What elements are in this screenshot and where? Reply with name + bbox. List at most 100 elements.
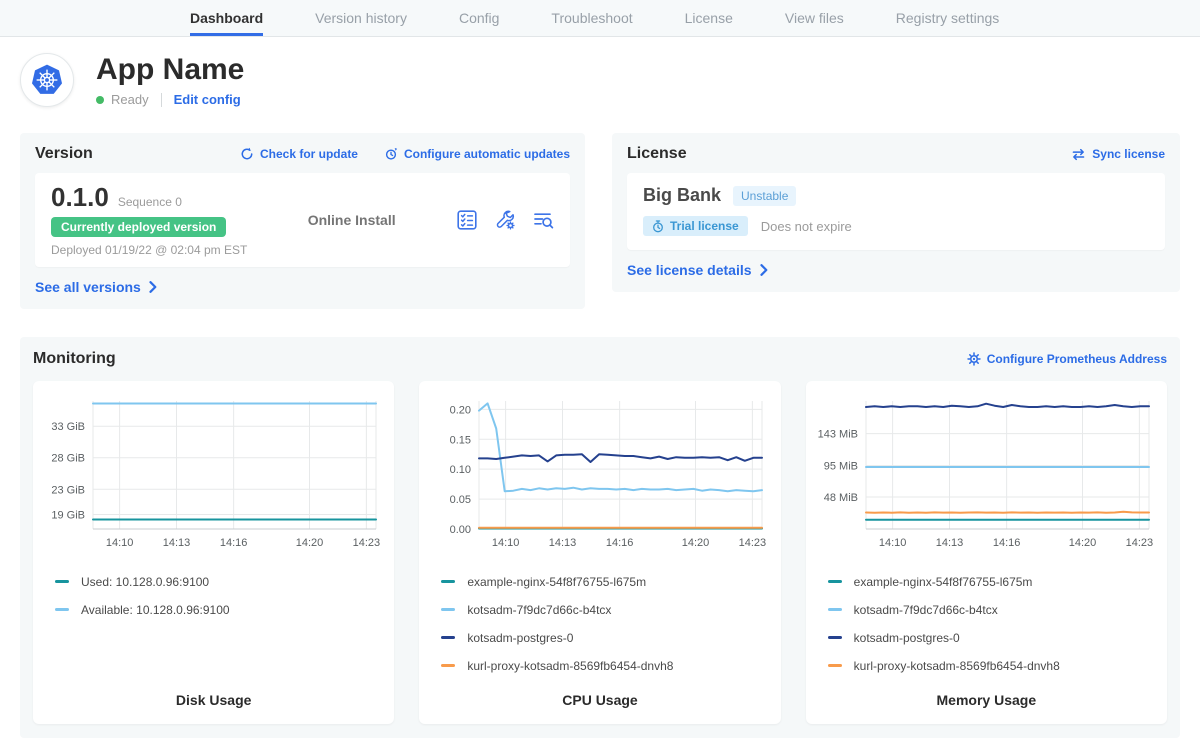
sync-license-button[interactable]: Sync license bbox=[1071, 147, 1165, 162]
disk-usage-title: Disk Usage bbox=[43, 692, 384, 708]
legend-label: kotsadm-7f9dc7d66c-b4tcx bbox=[467, 603, 611, 617]
license-card-title: License bbox=[627, 145, 687, 163]
svg-text:143 MiB: 143 MiB bbox=[817, 428, 857, 440]
legend-label: kotsadm-postgres-0 bbox=[854, 631, 960, 645]
configure-automatic-updates-button[interactable]: Configure automatic updates bbox=[384, 147, 570, 161]
svg-text:14:23: 14:23 bbox=[353, 537, 381, 549]
nav-tabs: Dashboard Version history Config Troublesho… bbox=[190, 0, 1051, 36]
status-text: Ready bbox=[111, 92, 149, 107]
license-expiry: Does not expire bbox=[761, 219, 852, 234]
app-title-block: App Name Ready Edit config bbox=[96, 53, 244, 107]
channel-badge: Unstable bbox=[733, 186, 796, 206]
clock-update-icon bbox=[384, 147, 398, 161]
sync-license-label: Sync license bbox=[1092, 147, 1165, 161]
see-license-details-label: See license details bbox=[627, 262, 752, 278]
disk-usage-chart: 19 GiB 23 GiB 28 GiB 33 GiB 14:10 14:13 14:16 1… bbox=[43, 393, 383, 553]
tab-troubleshoot[interactable]: Troubleshoot bbox=[551, 0, 632, 36]
legend-label: kotsadm-7f9dc7d66c-b4tcx bbox=[854, 603, 998, 617]
legend-label: example-nginx-54f8f76755-l675m bbox=[467, 575, 646, 589]
svg-text:14:20: 14:20 bbox=[682, 537, 710, 549]
cpu-usage-panel: 0.000.050.100.150.2014:1014:1314:1614:20… bbox=[419, 381, 780, 724]
legend-color-swatch bbox=[55, 580, 69, 583]
tab-config[interactable]: Config bbox=[459, 0, 499, 36]
tab-view-files[interactable]: View files bbox=[785, 0, 844, 36]
legend-color-swatch bbox=[828, 580, 842, 583]
install-type-label: Online Install bbox=[308, 212, 396, 228]
svg-text:14:23: 14:23 bbox=[739, 537, 767, 549]
legend-item: example-nginx-54f8f76755-l675m bbox=[441, 573, 770, 591]
svg-text:19 GiB: 19 GiB bbox=[51, 509, 85, 521]
cpu-usage-title: CPU Usage bbox=[429, 692, 770, 708]
svg-text:23 GiB: 23 GiB bbox=[51, 484, 85, 496]
check-for-update-label: Check for update bbox=[260, 147, 358, 161]
tab-license[interactable]: License bbox=[685, 0, 733, 36]
configure-prometheus-button[interactable]: Configure Prometheus Address bbox=[967, 352, 1167, 366]
svg-text:14:13: 14:13 bbox=[163, 537, 191, 549]
svg-text:0.05: 0.05 bbox=[450, 494, 471, 506]
memory-usage-legend: example-nginx-54f8f76755-l675mkotsadm-7f… bbox=[816, 573, 1157, 675]
see-all-versions-link[interactable]: See all versions bbox=[35, 279, 157, 295]
legend-color-swatch bbox=[828, 636, 842, 639]
legend-item: kotsadm-postgres-0 bbox=[441, 629, 770, 647]
svg-text:14:16: 14:16 bbox=[606, 537, 634, 549]
svg-text:28 GiB: 28 GiB bbox=[51, 452, 85, 464]
configure-prometheus-label: Configure Prometheus Address bbox=[987, 352, 1167, 366]
cpu-usage-legend: example-nginx-54f8f76755-l675m kotsadm-7f… bbox=[429, 573, 770, 675]
version-card-head: Version Check for update bbox=[35, 145, 570, 163]
current-version-panel: 0.1.0 Sequence 0 Currently deployed vers… bbox=[35, 173, 570, 267]
configure-automatic-updates-label: Configure automatic updates bbox=[404, 147, 570, 161]
svg-text:0.15: 0.15 bbox=[450, 434, 471, 446]
monitoring-head: Monitoring Configure Prometheus Address bbox=[33, 350, 1167, 368]
sequence-label: Sequence 0 bbox=[118, 195, 182, 209]
legend-label: Used: 10.128.0.96:9100 bbox=[81, 575, 209, 589]
svg-text:14:23: 14:23 bbox=[1125, 537, 1153, 549]
wrench-gear-icon bbox=[494, 209, 516, 231]
monitoring-title: Monitoring bbox=[33, 350, 116, 368]
legend-label: kurl-proxy-kotsadm-8569fb6454-dnvh8 bbox=[854, 659, 1060, 673]
legend-label: Available: 10.128.0.96:9100 bbox=[81, 603, 230, 617]
config-tools-button[interactable] bbox=[494, 209, 516, 231]
svg-text:48 MiB: 48 MiB bbox=[823, 492, 857, 504]
page-content: App Name Ready Edit config Version bbox=[0, 53, 1200, 738]
tab-registry-settings[interactable]: Registry settings bbox=[896, 0, 999, 36]
svg-text:0.00: 0.00 bbox=[450, 524, 471, 536]
svg-text:14:13: 14:13 bbox=[549, 537, 577, 549]
memory-usage-chart: 48 MiB95 MiB143 MiB14:1014:1314:1614:201… bbox=[816, 393, 1156, 553]
see-all-versions-label: See all versions bbox=[35, 279, 141, 295]
app-header: App Name Ready Edit config bbox=[20, 53, 1180, 107]
logs-search-icon bbox=[532, 209, 554, 231]
svg-text:95 MiB: 95 MiB bbox=[823, 460, 857, 472]
see-license-details-link[interactable]: See license details bbox=[627, 262, 768, 278]
stopwatch-icon bbox=[652, 220, 664, 233]
legend-label: kurl-proxy-kotsadm-8569fb6454-dnvh8 bbox=[467, 659, 673, 673]
tab-version-history[interactable]: Version history bbox=[315, 0, 407, 36]
legend-color-swatch bbox=[828, 664, 842, 667]
legend-color-swatch bbox=[441, 608, 455, 611]
svg-text:14:16: 14:16 bbox=[993, 537, 1021, 549]
svg-text:14:10: 14:10 bbox=[492, 537, 520, 549]
license-type-badge: Trial license bbox=[643, 216, 748, 236]
svg-text:14:10: 14:10 bbox=[106, 537, 134, 549]
svg-text:33 GiB: 33 GiB bbox=[51, 421, 85, 433]
divider bbox=[161, 93, 162, 107]
svg-text:14:10: 14:10 bbox=[878, 537, 906, 549]
memory-usage-title: Memory Usage bbox=[816, 692, 1157, 708]
check-for-update-button[interactable]: Check for update bbox=[240, 147, 358, 161]
license-type-label: Trial license bbox=[670, 219, 739, 233]
legend-item: kotsadm-postgres-0 bbox=[828, 629, 1157, 647]
release-notes-button[interactable] bbox=[456, 209, 478, 231]
tab-dashboard[interactable]: Dashboard bbox=[190, 0, 263, 36]
svg-text:14:16: 14:16 bbox=[220, 537, 248, 549]
deploy-logs-button[interactable] bbox=[532, 209, 554, 231]
version-actions bbox=[456, 209, 554, 231]
disk-usage-legend: Used: 10.128.0.96:9100 Available: 10.128.… bbox=[43, 573, 384, 619]
svg-text:14:20: 14:20 bbox=[296, 537, 324, 549]
customer-name: Big Bank bbox=[643, 185, 721, 206]
legend-color-swatch bbox=[828, 608, 842, 611]
disk-usage-panel: 19 GiB 23 GiB 28 GiB 33 GiB 14:10 14:13 14:16 1… bbox=[33, 381, 394, 724]
svg-text:14:20: 14:20 bbox=[1068, 537, 1096, 549]
svg-text:0.20: 0.20 bbox=[450, 404, 471, 416]
legend-item: Used: 10.128.0.96:9100 bbox=[55, 573, 384, 591]
edit-config-link[interactable]: Edit config bbox=[174, 92, 241, 107]
deployed-badge: Currently deployed version bbox=[51, 217, 226, 237]
